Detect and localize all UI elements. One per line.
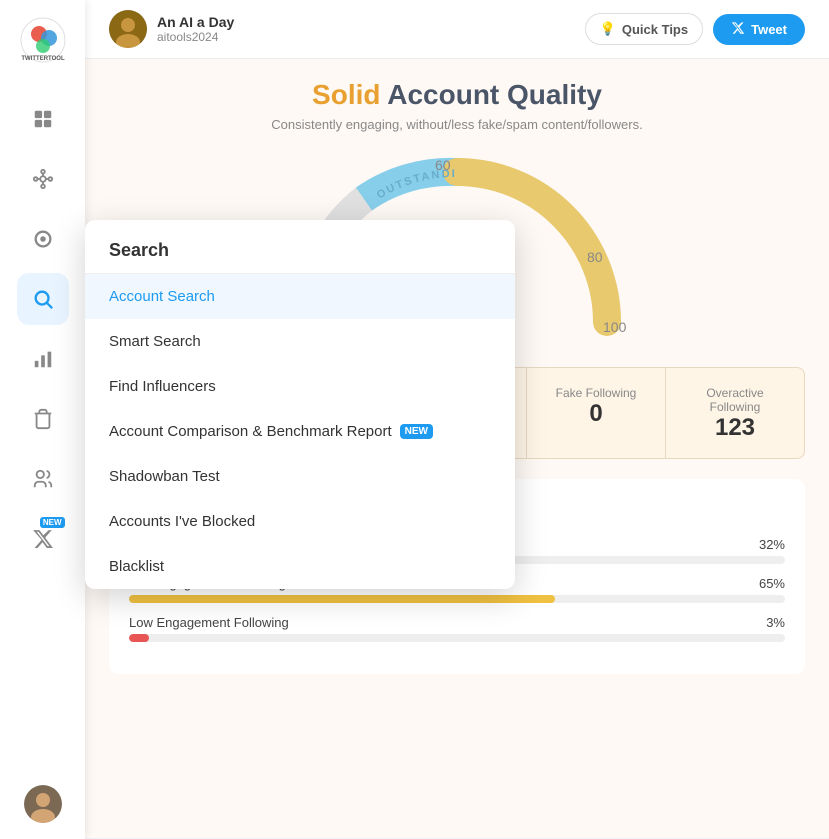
dropdown-item-shadowban[interactable]: Shadowban Test	[85, 454, 515, 499]
find-influencers-label: Find Influencers	[109, 378, 216, 395]
account-search-label: Account Search	[109, 288, 215, 305]
sidebar-item-circle[interactable]	[17, 213, 69, 265]
svg-text:TWITTERTOOL: TWITTERTOOL	[21, 56, 65, 62]
quick-tips-icon: 💡	[600, 21, 616, 37]
quality-solid: Solid	[312, 79, 380, 110]
new-tag: NEW	[400, 424, 433, 439]
dropdown-item-blacklist[interactable]: Blacklist	[85, 544, 515, 589]
dropdown-item-account-comparison[interactable]: Account Comparison & Benchmark Report NE…	[85, 409, 515, 454]
bar-pct-high: 32%	[759, 537, 785, 552]
app-logo[interactable]: TWITTERTOOL	[19, 16, 67, 69]
overactive-label: Overactive Following	[682, 386, 788, 414]
bar-fill-low	[129, 634, 149, 642]
quick-tips-label: Quick Tips	[622, 22, 688, 37]
search-dropdown-header: Search	[85, 220, 515, 274]
svg-text:100: 100	[603, 319, 627, 335]
user-name: An AI a Day	[157, 14, 234, 30]
header-user: An AI a Day aitools2024	[109, 10, 234, 48]
stat-cell-overactive: Overactive Following 123	[666, 368, 804, 458]
svg-text:80: 80	[587, 249, 603, 265]
sidebar-item-network[interactable]	[17, 153, 69, 205]
sidebar-item-people[interactable]	[17, 453, 69, 505]
twitter-icon-small	[731, 21, 745, 38]
shadowban-label: Shadowban Test	[109, 468, 220, 485]
quick-tips-button[interactable]: 💡 Quick Tips	[585, 13, 703, 45]
tweet-label: Tweet	[751, 22, 787, 37]
sidebar-item-search[interactable]	[17, 273, 69, 325]
dropdown-item-smart-search[interactable]: Smart Search	[85, 319, 515, 364]
stat-cell-fake-following: Fake Following 0	[527, 368, 666, 458]
bar-row-low: Low Engagement Following 3%	[129, 615, 785, 642]
header-avatar	[109, 10, 147, 48]
account-comparison-label: Account Comparison & Benchmark Report	[109, 423, 392, 440]
fake-following-label: Fake Following	[543, 386, 649, 400]
sidebar-item-analytics[interactable]	[17, 333, 69, 385]
bar-track-low	[129, 634, 785, 642]
bar-pct-low: 3%	[766, 615, 785, 630]
header-bar: An AI a Day aitools2024 💡 Quick Tips Twe…	[85, 0, 829, 59]
dropdown-item-account-search[interactable]: Account Search	[85, 274, 515, 319]
sidebar: TWITTERTOOL NEW	[0, 0, 85, 839]
quality-subtitle: Consistently engaging, without/less fake…	[109, 117, 805, 132]
new-badge: NEW	[40, 517, 65, 528]
sidebar-item-twitter-x[interactable]: NEW	[17, 513, 69, 565]
smart-search-label: Smart Search	[109, 333, 201, 350]
header-user-info: An AI a Day aitools2024	[157, 14, 234, 44]
bar-fill-mid	[129, 595, 555, 603]
dropdown-item-find-influencers[interactable]: Find Influencers	[85, 364, 515, 409]
quality-rest: Account Quality	[387, 79, 602, 110]
search-dropdown: Search Account Search Smart Search Find …	[85, 220, 515, 589]
bar-pct-mid: 65%	[759, 576, 785, 591]
bar-track-mid	[129, 595, 785, 603]
sidebar-user-avatar[interactable]	[24, 785, 62, 823]
user-handle: aitools2024	[157, 30, 234, 44]
header-actions: 💡 Quick Tips Tweet	[585, 13, 805, 45]
fake-following-value: 0	[543, 400, 649, 428]
blacklist-label: Blacklist	[109, 558, 164, 575]
tweet-button[interactable]: Tweet	[713, 14, 805, 45]
overactive-value: 123	[682, 414, 788, 442]
bar-label-low: Low Engagement Following	[129, 615, 289, 630]
sidebar-item-delete[interactable]	[17, 393, 69, 445]
sidebar-item-dashboard[interactable]	[17, 93, 69, 145]
quality-title: Solid Account Quality	[109, 79, 805, 111]
dropdown-item-blocked[interactable]: Accounts I've Blocked	[85, 499, 515, 544]
blocked-label: Accounts I've Blocked	[109, 513, 255, 530]
